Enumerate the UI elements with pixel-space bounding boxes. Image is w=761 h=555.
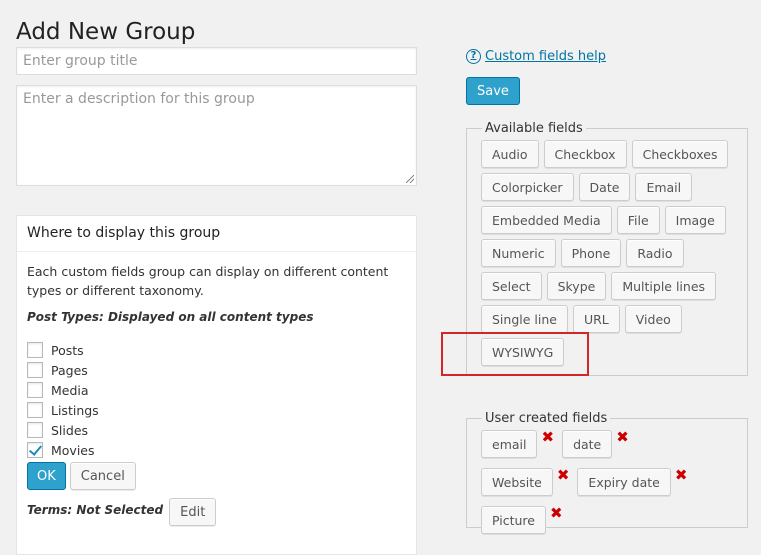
where-panel-description: Each custom fields group can display on … [27, 264, 389, 298]
remove-x-icon[interactable]: ✖ [557, 468, 570, 483]
remove-x-icon[interactable]: ✖ [675, 468, 688, 483]
field-type-button[interactable]: Date [578, 173, 631, 201]
user-field-button[interactable]: Picture [481, 506, 546, 534]
edit-terms-button[interactable]: Edit [169, 498, 217, 526]
group-description-textarea[interactable]: Enter a description for this group [16, 85, 417, 186]
post-type-checkbox[interactable] [27, 342, 43, 358]
user-field-item: email ✖ [481, 430, 554, 458]
post-type-checkbox[interactable] [27, 362, 43, 378]
field-type-button[interactable]: URL [572, 305, 620, 333]
user-field-button[interactable]: date [562, 430, 613, 458]
user-field-button[interactable]: Website [481, 468, 553, 496]
user-field-item: date ✖ [562, 430, 629, 458]
user-fields-grid: email ✖ date ✖ Website ✖ Expiry date ✖ Picture ✖ [481, 430, 733, 534]
group-title-input[interactable]: Enter group title [16, 47, 417, 75]
user-fields-legend: User created fields [485, 411, 608, 426]
post-type-list: Posts Pages Media Listings Slides Movies [27, 340, 406, 460]
field-type-button[interactable]: Select [481, 272, 542, 300]
help-link-label: Custom fields help [485, 49, 606, 64]
post-type-label: Movies [51, 442, 95, 458]
field-type-button[interactable]: Skype [546, 272, 607, 300]
user-field-button[interactable]: email [481, 430, 538, 458]
field-type-button[interactable]: Embedded Media [481, 206, 612, 234]
user-field-button[interactable]: Expiry date [577, 468, 671, 496]
field-type-button[interactable]: Numeric [481, 239, 556, 267]
post-type-label: Media [51, 382, 89, 398]
remove-x-icon[interactable]: ✖ [616, 430, 629, 445]
field-type-button[interactable]: Video [624, 305, 682, 333]
post-type-row[interactable]: Posts [27, 340, 406, 360]
custom-fields-help-link[interactable]: ? Custom fields help [466, 49, 606, 64]
highlight-box [441, 332, 589, 376]
user-field-item: Picture ✖ [481, 506, 563, 534]
field-type-button[interactable]: Phone [560, 239, 622, 267]
post-type-label: Pages [51, 362, 88, 378]
user-field-item: Expiry date ✖ [577, 468, 687, 496]
page-title: Add New Group [16, 19, 196, 46]
post-types-label: Post Types: Displayed on all content typ… [27, 310, 314, 324]
post-type-label: Listings [51, 402, 99, 418]
post-type-checkbox[interactable] [27, 402, 43, 418]
terms-label: Terms: Not Selected [27, 503, 164, 517]
post-type-checkbox[interactable] [27, 422, 43, 438]
field-type-button[interactable]: Checkboxes [631, 140, 729, 168]
cancel-button[interactable]: Cancel [69, 462, 136, 490]
post-type-label: Slides [51, 422, 89, 438]
remove-x-icon[interactable]: ✖ [541, 430, 554, 445]
field-type-button[interactable]: Colorpicker [481, 173, 574, 201]
user-created-fields-box: User created fields email ✖ date ✖ Website ✖ E… [466, 411, 748, 534]
question-circle-icon: ? [466, 49, 481, 64]
ok-button[interactable]: OK [27, 462, 66, 490]
resize-grip-icon[interactable] [406, 175, 414, 183]
remove-x-icon[interactable]: ✖ [550, 506, 563, 521]
post-type-row[interactable]: Listings [27, 400, 406, 420]
user-field-item: Website ✖ [481, 468, 569, 496]
field-type-button[interactable]: Checkbox [543, 140, 627, 168]
post-type-row[interactable]: Pages [27, 360, 406, 380]
where-panel-heading: Where to display this group [17, 216, 416, 252]
post-type-row[interactable]: Media [27, 380, 406, 400]
field-type-button[interactable]: File [616, 206, 660, 234]
field-type-button[interactable]: Single line [481, 305, 568, 333]
available-fields-legend: Available fields [485, 121, 583, 136]
post-type-checkbox[interactable] [27, 382, 43, 398]
field-type-button[interactable]: Multiple lines [611, 272, 717, 300]
post-type-checkbox[interactable] [27, 442, 43, 458]
field-type-button[interactable]: Image [664, 206, 726, 234]
where-to-display-panel: Where to display this group Each custom … [16, 215, 417, 555]
post-type-row[interactable]: Slides [27, 420, 406, 440]
description-placeholder: Enter a description for this group [23, 91, 255, 107]
save-button[interactable]: Save [466, 77, 520, 105]
post-type-row[interactable]: Movies [27, 440, 406, 460]
field-type-button[interactable]: Email [635, 173, 693, 201]
post-type-label: Posts [51, 342, 84, 358]
field-type-button[interactable]: Radio [626, 239, 684, 267]
field-type-button[interactable]: Audio [481, 140, 539, 168]
